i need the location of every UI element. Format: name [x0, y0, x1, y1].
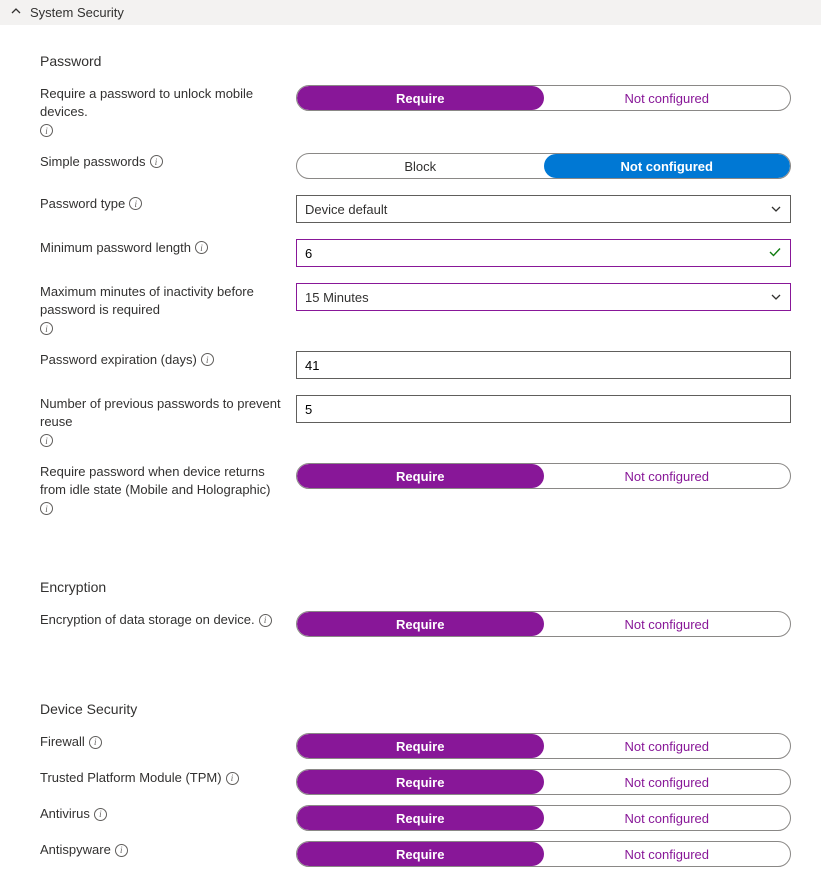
info-icon[interactable]: i [94, 808, 107, 821]
toggle-firewall[interactable]: Require Not configured [296, 733, 791, 759]
toggle-option-require[interactable]: Require [297, 612, 544, 636]
section-title: System Security [30, 5, 124, 20]
toggle-option-require[interactable]: Require [297, 806, 544, 830]
setting-label: Antivirus i [40, 805, 296, 823]
input-field[interactable] [305, 358, 782, 373]
toggle-option-not-configured[interactable]: Not configured [544, 734, 791, 758]
select-value: Device default [305, 202, 387, 217]
toggle-option-block[interactable]: Block [297, 154, 544, 178]
row-simple-passwords: Simple passwords i Block Not configured [40, 153, 791, 179]
toggle-option-not-configured[interactable]: Not configured [544, 806, 791, 830]
row-min-password-length: Minimum password length i [40, 239, 791, 267]
input-min-password-length[interactable] [296, 239, 791, 267]
chevron-down-icon [770, 203, 782, 215]
input-password-expiration[interactable] [296, 351, 791, 379]
setting-label: Simple passwords i [40, 153, 296, 171]
setting-label: Firewall i [40, 733, 296, 751]
toggle-option-require[interactable]: Require [297, 842, 544, 866]
info-icon[interactable]: i [40, 124, 53, 137]
info-icon[interactable]: i [195, 241, 208, 254]
row-password-type: Password type i Device default [40, 195, 791, 223]
row-max-inactivity: Maximum minutes of inactivity before pas… [40, 283, 791, 335]
row-tpm: Trusted Platform Module (TPM) i Require … [40, 769, 791, 795]
chevron-down-icon [770, 291, 782, 303]
section-header[interactable]: System Security [0, 0, 821, 25]
info-icon[interactable]: i [129, 197, 142, 210]
row-encryption-storage: Encryption of data storage on device. i … [40, 611, 791, 637]
select-max-inactivity[interactable]: 15 Minutes [296, 283, 791, 311]
row-antivirus: Antivirus i Require Not configured [40, 805, 791, 831]
toggle-option-not-configured[interactable]: Not configured [544, 464, 791, 488]
setting-label: Require password when device returns fro… [40, 463, 296, 515]
toggle-option-not-configured[interactable]: Not configured [544, 842, 791, 866]
toggle-option-require[interactable]: Require [297, 86, 544, 110]
row-antispyware: Antispyware i Require Not configured [40, 841, 791, 867]
info-icon[interactable]: i [89, 736, 102, 749]
info-icon[interactable]: i [40, 322, 53, 335]
info-icon[interactable]: i [40, 434, 53, 447]
select-value: 15 Minutes [305, 290, 369, 305]
toggle-option-require[interactable]: Require [297, 770, 544, 794]
group-password-label: Password [40, 53, 791, 69]
input-field[interactable] [305, 246, 768, 261]
setting-label: Password type i [40, 195, 296, 213]
group-device-security-label: Device Security [40, 701, 791, 717]
setting-label: Number of previous passwords to prevent … [40, 395, 296, 447]
setting-label: Minimum password length i [40, 239, 296, 257]
setting-label: Maximum minutes of inactivity before pas… [40, 283, 296, 335]
row-require-password-unlock: Require a password to unlock mobile devi… [40, 85, 791, 137]
toggle-require-password-unlock[interactable]: Require Not configured [296, 85, 791, 111]
row-password-expiration: Password expiration (days) i [40, 351, 791, 379]
toggle-simple-passwords[interactable]: Block Not configured [296, 153, 791, 179]
setting-label: Password expiration (days) i [40, 351, 296, 369]
row-require-idle-return: Require password when device returns fro… [40, 463, 791, 515]
row-prev-passwords: Number of previous passwords to prevent … [40, 395, 791, 447]
toggle-option-require[interactable]: Require [297, 734, 544, 758]
info-icon[interactable]: i [40, 502, 53, 515]
setting-label: Encryption of data storage on device. i [40, 611, 296, 629]
info-icon[interactable]: i [226, 772, 239, 785]
group-encryption-label: Encryption [40, 579, 791, 595]
input-prev-passwords[interactable] [296, 395, 791, 423]
input-field[interactable] [305, 402, 782, 417]
chevron-up-icon [10, 5, 22, 20]
toggle-antivirus[interactable]: Require Not configured [296, 805, 791, 831]
row-firewall: Firewall i Require Not configured [40, 733, 791, 759]
setting-label: Require a password to unlock mobile devi… [40, 85, 296, 137]
toggle-option-not-configured[interactable]: Not configured [544, 154, 791, 178]
info-icon[interactable]: i [259, 614, 272, 627]
toggle-option-not-configured[interactable]: Not configured [544, 770, 791, 794]
toggle-tpm[interactable]: Require Not configured [296, 769, 791, 795]
toggle-option-not-configured[interactable]: Not configured [544, 612, 791, 636]
toggle-option-not-configured[interactable]: Not configured [544, 86, 791, 110]
setting-label: Trusted Platform Module (TPM) i [40, 769, 296, 787]
info-icon[interactable]: i [115, 844, 128, 857]
toggle-encryption-storage[interactable]: Require Not configured [296, 611, 791, 637]
toggle-antispyware[interactable]: Require Not configured [296, 841, 791, 867]
info-icon[interactable]: i [150, 155, 163, 168]
toggle-option-require[interactable]: Require [297, 464, 544, 488]
toggle-require-idle-return[interactable]: Require Not configured [296, 463, 791, 489]
info-icon[interactable]: i [201, 353, 214, 366]
section-content: Password Require a password to unlock mo… [0, 25, 821, 887]
setting-label: Antispyware i [40, 841, 296, 859]
checkmark-icon [768, 245, 782, 262]
select-password-type[interactable]: Device default [296, 195, 791, 223]
